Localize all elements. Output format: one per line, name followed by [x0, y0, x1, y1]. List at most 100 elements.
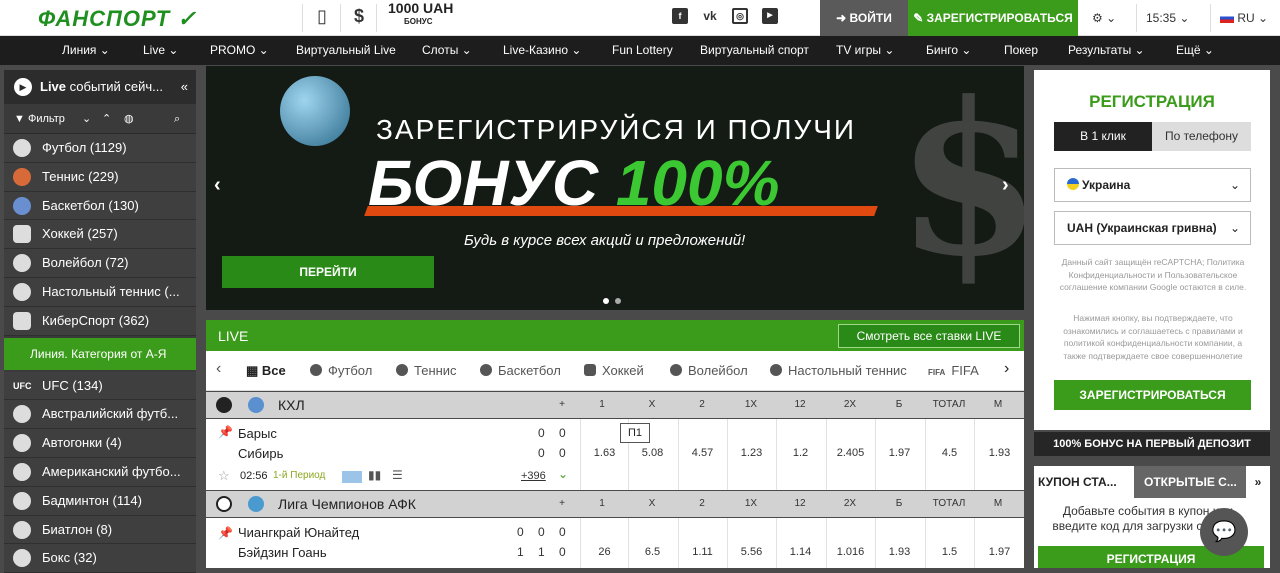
chevron-down-icon[interactable]: ⌄	[558, 467, 568, 481]
odd-cell[interactable]: 4.57	[678, 419, 726, 490]
pagination-dot[interactable]	[615, 298, 621, 304]
tab-hockey[interactable]: Хоккей	[584, 363, 644, 378]
sidebar-item-esports[interactable]: КиберСпорт (362)	[4, 306, 196, 336]
currency-select[interactable]: UAH (Украинская гривна) ⌄	[1054, 211, 1251, 245]
list-icon[interactable]: ☰	[392, 468, 403, 482]
banner-pagination[interactable]	[600, 292, 624, 307]
favorite-star-icon[interactable]: ☆	[218, 468, 230, 484]
bonus-badge[interactable]: 1000 UAH БОНУС	[388, 1, 453, 28]
nav-item-line[interactable]: Линия ⌄	[62, 43, 110, 57]
odd-cell[interactable]: 4.5	[925, 419, 973, 490]
search-icon[interactable]: ⌕	[174, 104, 180, 134]
nav-item-live-casino[interactable]: Live-Казино ⌄	[503, 43, 581, 57]
mobile-phone-icon[interactable]: ▯	[314, 6, 330, 27]
odd-cell[interactable]: 1.23	[727, 419, 775, 490]
nav-item-tv-games[interactable]: TV игры ⌄	[836, 43, 894, 57]
odd-cell[interactable]: 26	[580, 518, 628, 568]
odd-cell[interactable]: 1.11	[678, 518, 726, 568]
odd-cell[interactable]: 5.56	[727, 518, 775, 568]
banner-prev-arrow-icon[interactable]: ‹	[214, 174, 221, 197]
chat-bubble-icon[interactable]: 💬	[1200, 508, 1248, 556]
nav-item-bingo[interactable]: Бинго ⌄	[926, 43, 971, 57]
tab-tennis[interactable]: Теннис	[396, 363, 457, 378]
match-row[interactable]: 📌 Барыс Сибирь 0 0 0 0 ☆ 02:56 1-й Перио…	[206, 419, 1024, 490]
tab-fifa[interactable]: FIFA FIFA	[928, 363, 979, 378]
odd-cell[interactable]: 2.405	[826, 419, 874, 490]
sidebar-item-biathlon[interactable]: Биатлон (8)	[4, 515, 196, 545]
register-button[interactable]: ✎ ЗАРЕГИСТРИРОВАТЬСЯ	[908, 0, 1078, 36]
vk-icon[interactable]: vk	[702, 8, 718, 24]
sidebar-filter[interactable]: ▼ Фильтр ⌄ ⌃ ◍ ⌕	[4, 104, 196, 134]
first-deposit-bonus-strip[interactable]: 100% БОНУС НА ПЕРВЫЙ ДЕПОЗИТ	[1034, 432, 1270, 456]
banner-next-arrow-icon[interactable]: ›	[1002, 174, 1009, 197]
dollar-icon[interactable]: $	[352, 6, 366, 27]
tab-all[interactable]: ▦ Все	[246, 363, 286, 379]
sidebar-item-table-tennis[interactable]: Настольный теннис (...	[4, 277, 196, 307]
settings-dropdown[interactable]: ⚙ ⌄	[1092, 0, 1116, 36]
odd-cell[interactable]: 1.93	[875, 518, 923, 568]
chevron-up-icon[interactable]: ⌃	[102, 104, 111, 134]
pin-icon[interactable]: 📌	[218, 526, 233, 540]
expand-icon[interactable]: »	[1246, 466, 1270, 498]
nav-item-results[interactable]: Результаты ⌄	[1068, 43, 1145, 57]
sidebar-item-boxing[interactable]: Бокс (32)	[4, 544, 196, 573]
odd-cell[interactable]: 1.97	[875, 419, 923, 490]
nav-item-promo[interactable]: PROMO ⌄	[210, 43, 269, 57]
clock[interactable]: 15:35 ⌄	[1146, 0, 1189, 36]
nav-item-poker[interactable]: Покер	[1004, 43, 1038, 57]
odd-cell[interactable]: 6.5	[628, 518, 676, 568]
tabs-next-arrow-icon[interactable]: ›	[1004, 360, 1009, 378]
sidebar-item-motorsport[interactable]: Автогонки (4)	[4, 429, 196, 458]
pagination-dot[interactable]	[603, 298, 609, 304]
tabs-prev-arrow-icon[interactable]: ‹	[216, 360, 221, 378]
odd-cell[interactable]: 1.016	[826, 518, 874, 568]
promo-banner[interactable]: $ ЗАРЕГИСТРИРУЙСЯ И ПОЛУЧИ БОНУС 100% Бу…	[206, 66, 1024, 310]
tab-by-phone[interactable]: По телефону	[1152, 122, 1251, 151]
logo[interactable]: ФАНСПОРТ ✓	[38, 6, 197, 32]
tab-basketball[interactable]: Баскетбол	[480, 363, 561, 378]
pin-icon[interactable]: 📌	[218, 425, 233, 439]
nav-item-virtual-sport[interactable]: Виртуальный спорт	[700, 43, 809, 57]
sidebar-item-ufc[interactable]: UFC UFC (134)	[4, 371, 196, 401]
sidebar-item-volleyball[interactable]: Волейбол (72)	[4, 249, 196, 278]
nav-item-virtual-live[interactable]: Виртуальный Live	[296, 43, 396, 57]
odd-cell[interactable]: 1.93	[974, 419, 1024, 490]
sidebar-item-american-football[interactable]: Американский футбо...	[4, 457, 196, 487]
nav-item-live[interactable]: Live ⌄	[143, 43, 178, 57]
facebook-icon[interactable]: f	[672, 8, 688, 24]
globe-icon[interactable]: ◍	[124, 104, 134, 134]
tab-table-tennis[interactable]: Настольный теннис	[770, 363, 907, 378]
country-select[interactable]: Украина ⌄	[1054, 168, 1251, 202]
odd-cell[interactable]: 1.97	[974, 518, 1024, 568]
sidebar-item-football[interactable]: Футбол (1129)	[4, 134, 196, 163]
nav-item-slots[interactable]: Слоты ⌄	[422, 43, 472, 57]
tab-football[interactable]: Футбол	[310, 363, 372, 378]
instagram-icon[interactable]: ◎	[732, 8, 748, 24]
sidebar-item-badminton[interactable]: Бадминтон (114)	[4, 486, 196, 516]
odd-cell[interactable]: 1.14	[776, 518, 824, 568]
view-all-live-button[interactable]: Смотреть все ставки LIVE	[838, 324, 1020, 348]
nav-item-fun-lottery[interactable]: Fun Lottery	[612, 43, 673, 57]
youtube-icon[interactable]: ▶	[762, 8, 778, 24]
sidebar-item-tennis[interactable]: Теннис (229)	[4, 162, 196, 192]
tab-volleyball[interactable]: Волейбол	[670, 363, 748, 378]
league-header-khl[interactable]: КХЛ + 1 X 2 1X 12 2X Б ТОТАЛ М	[206, 392, 1024, 418]
login-button[interactable]: ➜ ВОЙТИ	[820, 0, 908, 36]
tab-coupon[interactable]: КУПОН СТА...	[1034, 466, 1134, 498]
odd-cell[interactable]: 1.5	[925, 518, 973, 568]
nav-item-more[interactable]: Ещё ⌄	[1176, 43, 1214, 57]
language-selector[interactable]: RU ⌄	[1220, 0, 1268, 36]
more-markets-link[interactable]: +396	[521, 470, 546, 482]
collapse-icon[interactable]: «	[181, 70, 188, 104]
sidebar-live-header[interactable]: ▶ Live событий сейч... «	[4, 70, 196, 104]
field-icon[interactable]	[342, 471, 362, 483]
sidebar-item-hockey[interactable]: Хоккей (257)	[4, 220, 196, 250]
match-row[interactable]: 📌 Чиангкрай Юнайтед Бэйдзин Гоань 0 0 0 …	[206, 518, 1024, 568]
tab-open-bets[interactable]: ОТКРЫТЫЕ С...	[1134, 466, 1246, 498]
chevron-down-icon[interactable]: ⌄	[82, 104, 91, 134]
tab-one-click[interactable]: В 1 клик	[1054, 122, 1152, 151]
sidebar-item-basketball[interactable]: Баскетбол (130)	[4, 191, 196, 221]
banner-go-button[interactable]: ПЕРЕЙТИ	[222, 256, 434, 288]
sidebar-item-aussie-football[interactable]: Австралийский футб...	[4, 400, 196, 430]
stats-icon[interactable]: ▮▮	[368, 468, 381, 482]
